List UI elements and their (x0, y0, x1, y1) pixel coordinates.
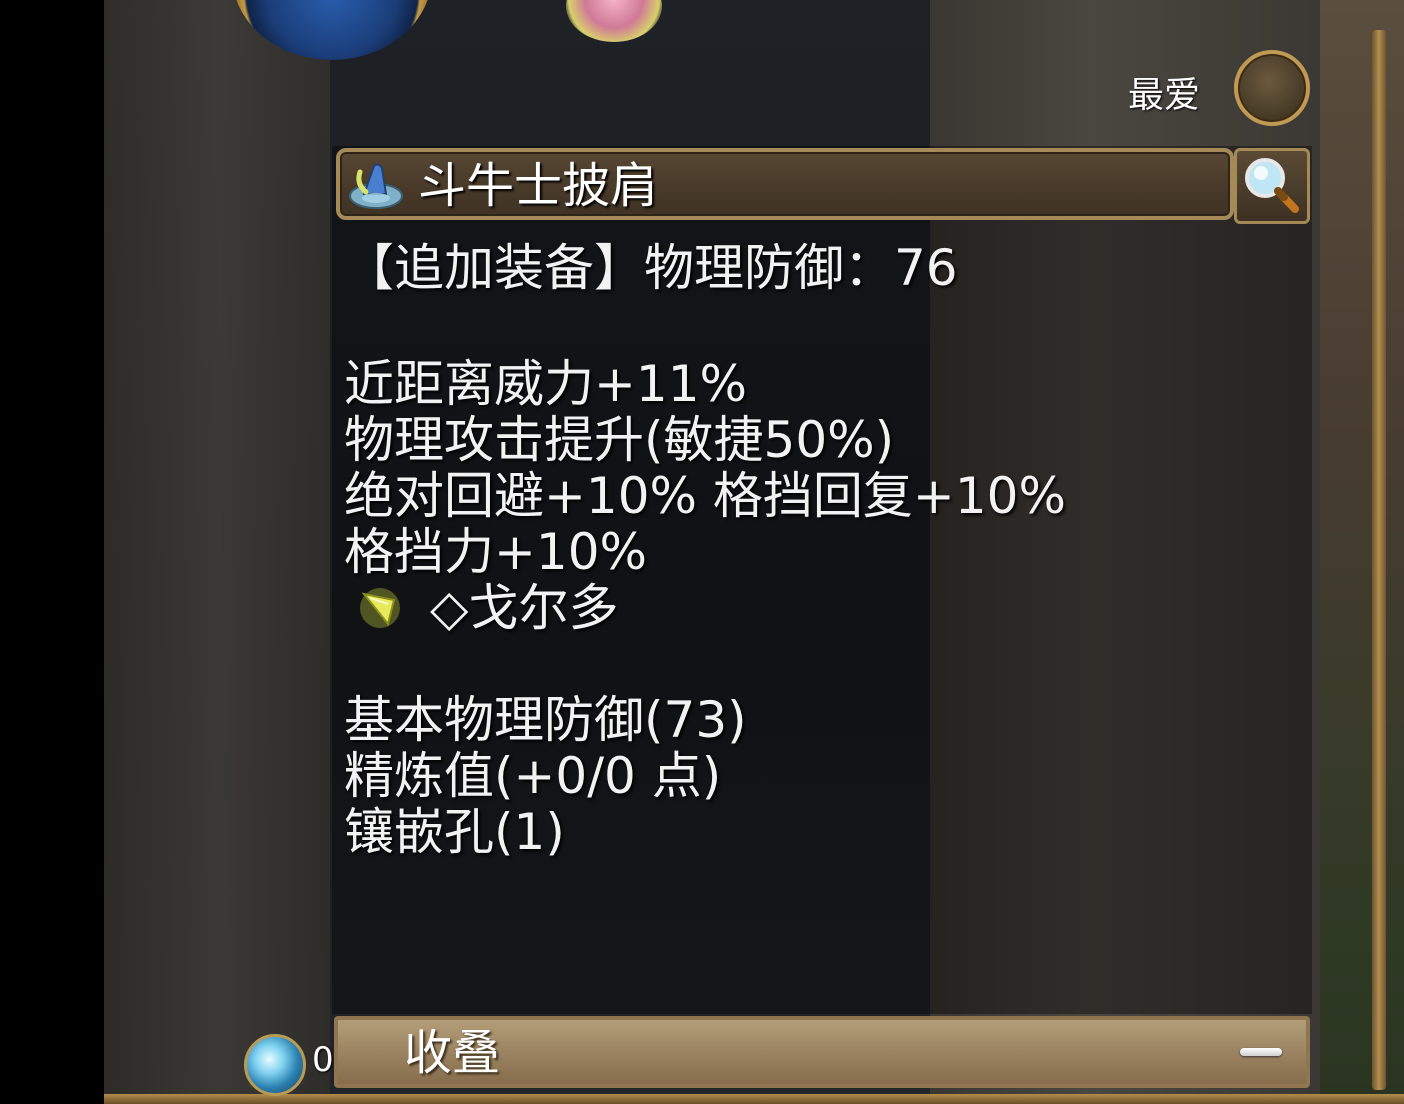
card-name: ◇戈尔多 (430, 579, 619, 637)
stat-line: 基本物理防御(73) (344, 691, 747, 749)
background-right-scene (1320, 0, 1404, 1104)
orb-icon[interactable] (244, 1034, 306, 1096)
favorite-label: 最爱 (1128, 75, 1201, 116)
game-screen: 最爱 斗牛士披肩 【追加装备】物理防御：76 近距离威力+11% 物理攻击提升(… (0, 0, 1404, 1104)
cape-icon (349, 163, 403, 209)
equip-header-line: 【追加装备】物理防御：76 (344, 239, 958, 297)
left-border (0, 0, 104, 1104)
background-pillar (104, 0, 334, 1104)
item-name: 斗牛士披肩 (418, 158, 659, 214)
magnifier-icon (1245, 158, 1299, 213)
card-slot-line: ◇戈尔多 (344, 580, 1244, 636)
window-frame-right (1372, 30, 1386, 1090)
inspect-button[interactable] (1234, 148, 1310, 224)
effect-line: 格挡力+10% (344, 523, 648, 581)
item-description: 【追加装备】物理防御：76 近距离威力+11% 物理攻击提升(敏捷50%) 绝对… (344, 240, 1244, 860)
orb-count: 0 (312, 1040, 334, 1080)
stat-line: 镶嵌孔(1) (344, 803, 565, 861)
minus-icon[interactable] (1240, 1048, 1282, 1056)
collapse-label: 收叠 (404, 1025, 501, 1081)
stat-line: 精炼值(+0/0 点) (344, 747, 722, 805)
effect-line: 物理攻击提升(敏捷50%) (344, 411, 895, 469)
effect-line: 近距离威力+11% (344, 355, 748, 413)
card-icon (360, 588, 400, 628)
effect-line: 绝对回避+10% 格挡回复+10% (344, 467, 1066, 525)
favorite-toggle-button[interactable] (1234, 50, 1310, 126)
window-frame-bottom (104, 1094, 1404, 1104)
